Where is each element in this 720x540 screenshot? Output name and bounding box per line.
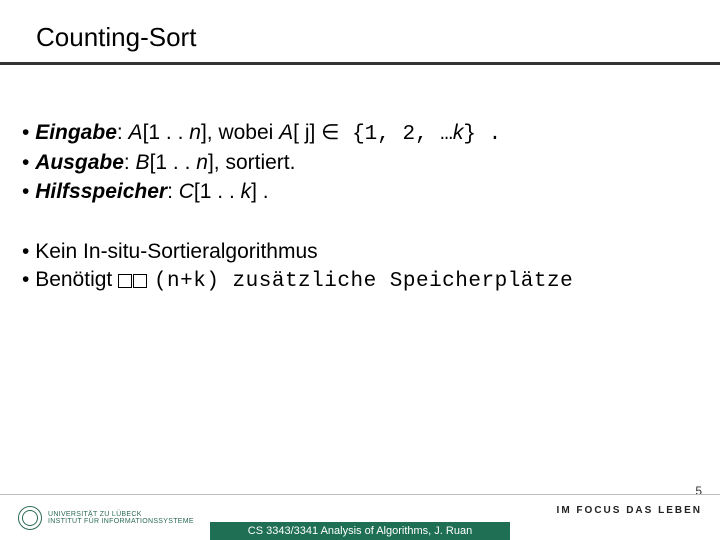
var-n: n <box>189 121 201 144</box>
set-open: {1, 2, … <box>352 123 453 146</box>
motto-text: IM FOCUS DAS LEBEN <box>557 505 702 516</box>
placeholder-box <box>118 274 132 288</box>
content-area: • Eingabe: A[1 . . n], wobei A[ j] ∈ {1,… <box>22 120 698 297</box>
bullet-ausgabe: • Ausgabe: B[1 . . n], sortiert. <box>22 150 698 176</box>
label-eingabe: Eingabe <box>35 121 117 144</box>
title-rule <box>0 62 720 65</box>
logo-line1: UNIVERSITÄT ZU LÜBECK <box>48 511 194 518</box>
text-benoetigt: Benötigt <box>35 268 118 291</box>
var-B: B <box>136 151 150 174</box>
logo-text: UNIVERSITÄT ZU LÜBECK INSTITUT FÜR INFOR… <box>48 511 194 526</box>
var-n2: n <box>196 151 208 174</box>
bullet-eingabe: • Eingabe: A[1 . . n], wobei A[ j] ∈ {1,… <box>22 120 698 148</box>
bullet-hilfsspeicher: • Hilfsspeicher: C[1 . . k] . <box>22 179 698 205</box>
var-C: C <box>179 180 194 203</box>
slide: Counting-Sort • Eingabe: A[1 . . n], wob… <box>0 0 720 540</box>
page-number: 5 <box>695 484 702 498</box>
label-hilfsspeicher: Hilfsspeicher <box>35 180 167 203</box>
university-logo: UNIVERSITÄT ZU LÜBECK INSTITUT FÜR INFOR… <box>18 506 194 530</box>
logo-line2: INSTITUT FÜR INFORMATIONSSYSTEME <box>48 518 194 525</box>
placeholder-boxes <box>118 269 148 295</box>
label-ausgabe: Ausgabe <box>35 151 124 174</box>
footer-caption: CS 3343/3341 Analysis of Algorithms, J. … <box>210 522 510 540</box>
bullet-space: • Benötigt (n+k) zusätzliche Speicherplä… <box>22 267 698 295</box>
var-k2: k <box>241 180 252 203</box>
var-A: A <box>129 121 143 144</box>
var-k: k <box>453 121 464 144</box>
text-space-tail: (n+k) zusätzliche Speicherplätze <box>154 270 573 293</box>
seal-icon <box>18 506 42 530</box>
bullet-block-2: • Kein In-situ-Sortieralgorithmus • Benö… <box>22 239 698 296</box>
var-A2: A <box>279 121 293 144</box>
bullet-insitu: • Kein In-situ-Sortieralgorithmus <box>22 239 698 265</box>
placeholder-box <box>133 274 147 288</box>
text-insitu: Kein In-situ-Sortieralgorithmus <box>35 240 317 263</box>
footer-divider <box>0 494 720 495</box>
slide-title: Counting-Sort <box>36 22 196 53</box>
